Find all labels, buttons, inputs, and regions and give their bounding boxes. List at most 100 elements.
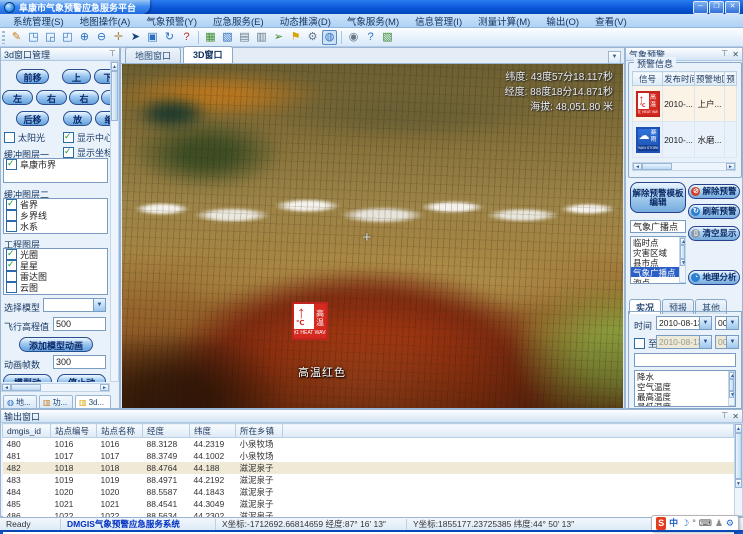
- menu-output[interactable]: 输出(O): [539, 14, 586, 28]
- ime-person-icon[interactable]: ♟: [715, 517, 723, 530]
- list-item[interactable]: 最高温度: [635, 391, 735, 401]
- list-item[interactable]: 最低温度: [635, 401, 735, 407]
- model-anim-button[interactable]: 模型动画: [3, 374, 52, 382]
- warning-table-hscrollbar[interactable]: ◄ ►: [632, 162, 736, 171]
- chevron-down-icon[interactable]: ▼: [699, 317, 711, 329]
- element-list-vscrollbar[interactable]: ▲ ▼: [728, 371, 735, 406]
- col-publish-time[interactable]: 发布时间: [663, 72, 695, 86]
- left-panel-hscrollbar[interactable]: ◄ ►: [1, 383, 110, 392]
- menu-map-ops[interactable]: 地图操作(A): [73, 14, 138, 28]
- scroll-up-icon[interactable]: ▲: [111, 62, 118, 71]
- table-row[interactable]: 48410201020 88.558744.1843滋泥泉子: [3, 486, 734, 498]
- close-icon[interactable]: ✕: [732, 50, 739, 59]
- hour-select[interactable]: 00 ▼: [715, 316, 739, 330]
- checkbox-icon[interactable]: [6, 199, 17, 210]
- scroll-left-icon[interactable]: ◄: [633, 163, 642, 170]
- ime-chinese-icon[interactable]: 中: [669, 517, 678, 530]
- col-longitude[interactable]: 经度: [143, 424, 190, 438]
- chevron-down-icon[interactable]: ▼: [726, 336, 738, 348]
- print-preview-icon[interactable]: ▥: [254, 30, 269, 45]
- pan-box-icon[interactable]: ◲: [43, 30, 58, 45]
- light-icon[interactable]: ⚑: [288, 30, 303, 45]
- restore-button[interactable]: ❐: [709, 1, 724, 14]
- buffer-layer1-list[interactable]: 阜康市界: [3, 158, 108, 183]
- tab-3d-panel[interactable]: ▥ 3d...: [75, 395, 111, 409]
- checkbox-icon[interactable]: [6, 221, 17, 232]
- hour-select-end[interactable]: 00 ▼: [715, 335, 739, 349]
- terrain-3d-viewport[interactable]: ↑ ℃ 高温 红 HEAT WAVE 高温红色 + 纬度: 43度57分18.1…: [122, 64, 623, 408]
- zoom-in-icon[interactable]: ⊕: [77, 30, 92, 45]
- table-row[interactable]: 48010161016 88.312844.2319小泉牧场: [3, 438, 734, 451]
- pan-icon[interactable]: ✛: [111, 30, 126, 45]
- menu-dynamic[interactable]: 动态推演(D): [273, 14, 338, 28]
- minimize-button[interactable]: ─: [693, 1, 708, 14]
- add-model-anim-button[interactable]: 添加模型动画: [19, 337, 93, 352]
- identify-icon[interactable]: ?: [179, 30, 194, 45]
- scroll-thumb[interactable]: [642, 163, 672, 170]
- help-icon[interactable]: ?: [363, 30, 378, 45]
- col-station-name[interactable]: 站点名称: [97, 424, 143, 438]
- scroll-up-icon[interactable]: ▲: [735, 424, 742, 433]
- rotate-right-button[interactable]: 右旋: [69, 90, 99, 105]
- close-button[interactable]: ✕: [725, 1, 740, 14]
- list-item-selected[interactable]: 气象广播点: [631, 267, 685, 277]
- layer-item[interactable]: 阜康市界: [4, 159, 107, 170]
- point-type-value[interactable]: 气象广播点: [630, 220, 686, 233]
- menu-system[interactable]: 系统管理(S): [6, 14, 71, 28]
- list-item[interactable]: 降水: [635, 371, 735, 381]
- select-arrow-icon[interactable]: ➤: [128, 30, 143, 45]
- move-forward-button[interactable]: 前移: [16, 69, 49, 84]
- date-select[interactable]: 2010-08-13 ▼: [656, 316, 712, 330]
- checkbox-icon[interactable]: [6, 159, 17, 170]
- toolbar-grip[interactable]: [2, 31, 5, 44]
- pin-icon[interactable]: ⊤: [721, 411, 728, 421]
- refresh-icon[interactable]: ↻: [162, 30, 177, 45]
- geo-analysis-button[interactable]: ◔ 地理分析: [688, 270, 740, 285]
- menu-weather-service[interactable]: 气象服务(M): [340, 14, 406, 28]
- buffer-layer2-list[interactable]: 省界 乡界线 水系: [3, 198, 108, 234]
- output-vscrollbar[interactable]: ▲ ▼: [734, 423, 743, 516]
- ime-keyboard-icon[interactable]: ⌨: [699, 517, 712, 530]
- print-icon[interactable]: ▤: [237, 30, 252, 45]
- element-filter-input[interactable]: [634, 353, 736, 367]
- zoom-select-icon[interactable]: ◰: [60, 30, 75, 45]
- table-row[interactable]: 48510211021 88.454144.3049滋泥泉子: [3, 498, 734, 510]
- col-township[interactable]: 所在乡镇: [236, 424, 283, 438]
- show-center-option[interactable]: 显示中心: [63, 131, 110, 144]
- col-station-no[interactable]: 站点编号: [51, 424, 97, 438]
- pin-icon[interactable]: ⊤: [109, 49, 116, 59]
- heat-wave-sign[interactable]: ↑ ℃ 高温 红 HEAT WAVE: [292, 302, 328, 340]
- zoom-box-icon[interactable]: ◳: [26, 30, 41, 45]
- tab-3d-window[interactable]: 3D窗口: [183, 46, 233, 63]
- warning-table[interactable]: 信号 发布时间 预警地区 预 ↑ ℃ 高温 红 HEAT WAVE 2010-.…: [632, 71, 737, 158]
- date-select-end[interactable]: 2010-08-13 ▼: [656, 335, 712, 349]
- settings-icon[interactable]: ⚙: [305, 30, 320, 45]
- scroll-down-icon[interactable]: ▼: [680, 259, 685, 266]
- menu-emergency[interactable]: 应急服务(E): [206, 14, 271, 28]
- menu-weather-warning[interactable]: 气象预警(Y): [139, 14, 204, 28]
- fly-icon[interactable]: ➢: [271, 30, 286, 45]
- scroll-left-icon[interactable]: ◄: [2, 384, 11, 391]
- full-extent-icon[interactable]: ▣: [145, 30, 160, 45]
- frames-input[interactable]: [53, 355, 106, 369]
- scroll-down-icon[interactable]: ▼: [729, 391, 734, 398]
- pin-icon[interactable]: ⊤: [721, 49, 728, 59]
- scroll-thumb[interactable]: [735, 433, 742, 479]
- tilt-up-button[interactable]: 上偏: [62, 69, 91, 84]
- checkbox-icon[interactable]: [4, 132, 15, 143]
- stop-anim-button[interactable]: 停止动画: [57, 374, 106, 382]
- left-panel-vscrollbar[interactable]: ▲: [110, 61, 119, 382]
- scroll-right-icon[interactable]: ►: [726, 163, 735, 170]
- tab-function-panel[interactable]: ▥ 功...: [39, 395, 73, 409]
- scroll-right-icon[interactable]: ►: [100, 384, 109, 391]
- scroll-up-icon[interactable]: ▲: [680, 238, 685, 245]
- layer-item[interactable]: 水系: [4, 221, 107, 232]
- ime-tools-icon[interactable]: ⚙: [726, 517, 734, 530]
- list-item[interactable]: 泡点: [631, 277, 685, 284]
- table-row-selected[interactable]: 48210181018 88.476444.188滋泥泉子: [3, 462, 734, 474]
- checkbox-icon[interactable]: [6, 282, 17, 293]
- checkbox-icon[interactable]: [6, 210, 17, 221]
- col-warning-area[interactable]: 预警地区: [695, 72, 725, 86]
- scroll-thumb[interactable]: [680, 245, 685, 259]
- col-signal[interactable]: 信号: [633, 72, 663, 86]
